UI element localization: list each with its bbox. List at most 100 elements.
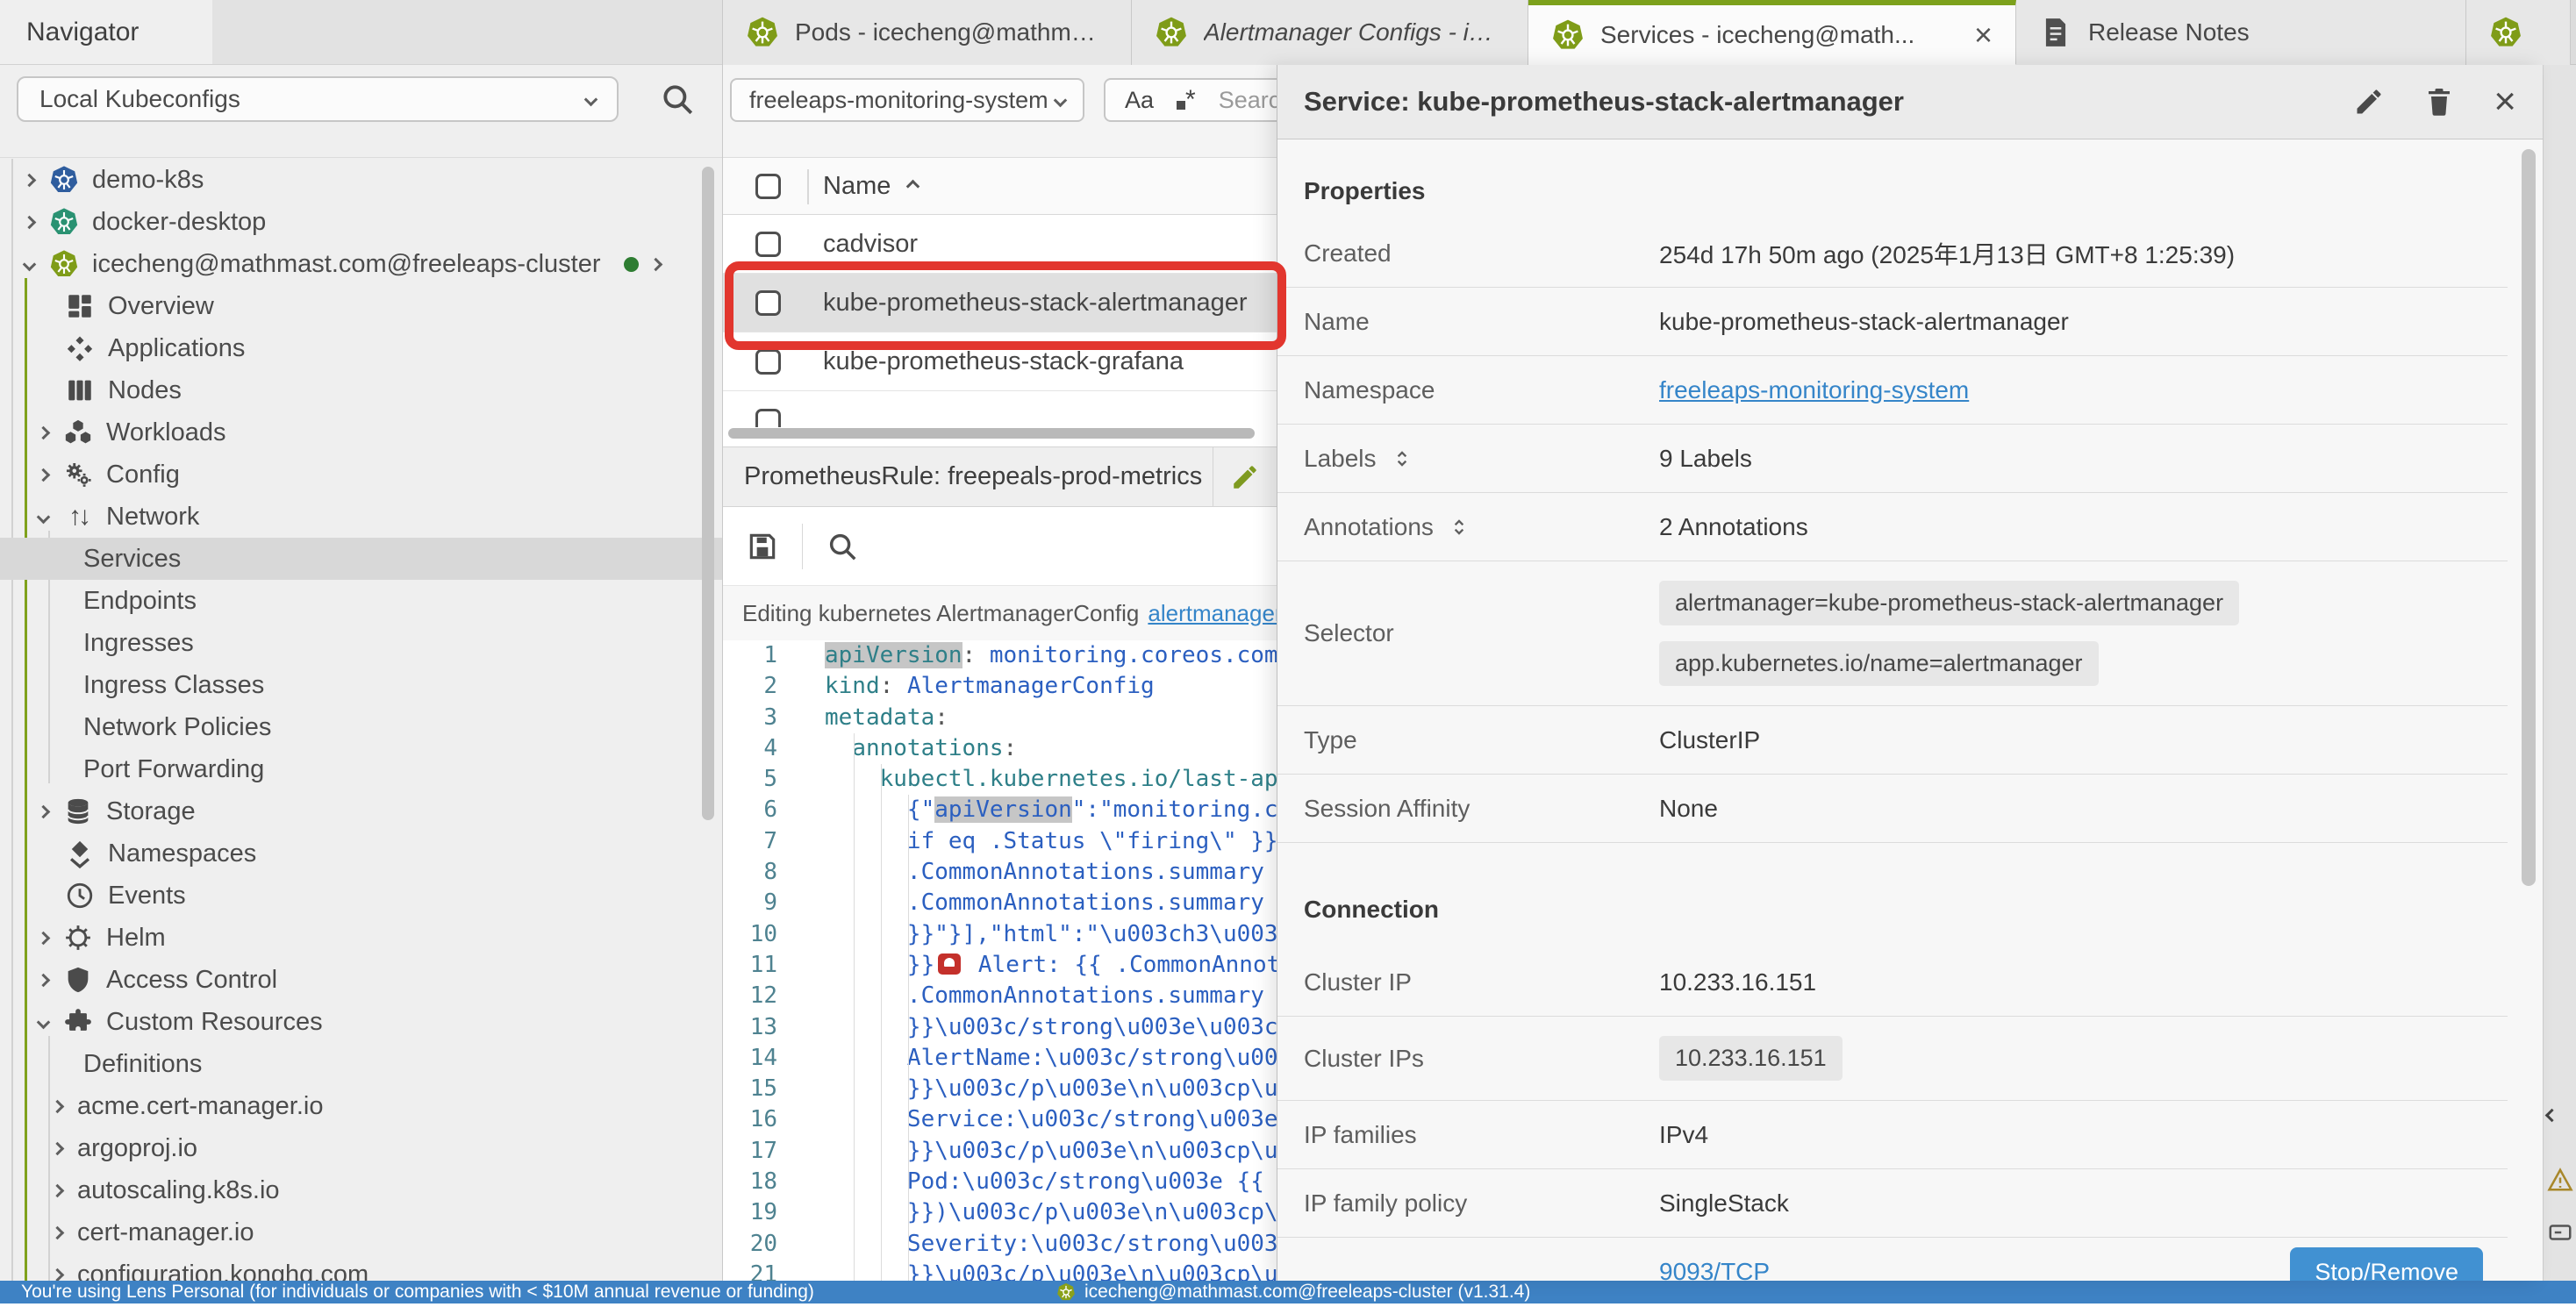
row-checkbox[interactable] [755, 290, 781, 316]
sidebar-item-ingresses[interactable]: Ingresses [0, 622, 722, 664]
warning-icon[interactable] [2547, 1167, 2573, 1193]
chevron-right-icon[interactable] [23, 215, 37, 229]
sidebar-item-applications[interactable]: Applications [0, 327, 722, 369]
right-edge-strip [2543, 65, 2576, 1281]
tab-services-icecheng-math-[interactable]: Services - icecheng@math...× [1528, 0, 2016, 65]
row-checkbox[interactable] [755, 409, 781, 427]
panel-icon[interactable] [2547, 1219, 2573, 1246]
row-checkbox[interactable] [755, 349, 781, 375]
chevron-right-icon[interactable] [37, 931, 51, 945]
expand-toggle-icon[interactable] [1391, 447, 1413, 470]
edit-pencil-icon[interactable] [1213, 462, 1277, 492]
sidebar-item-label: Access Control [106, 966, 277, 995]
table-horizontal-scrollbar[interactable] [723, 427, 1277, 439]
chevron-down-icon[interactable] [37, 1015, 51, 1029]
detail-row-labels: Labels9 Labels [1277, 425, 2508, 493]
chevron-right-icon[interactable] [37, 973, 51, 987]
sidebar-item-icecheng-mathmast-com-freeleaps-cluster[interactable]: icecheng@mathmast.com@freeleaps-cluster [0, 243, 722, 285]
sidebar-item-demo-k8s[interactable]: demo-k8s [0, 159, 722, 201]
kubeconfig-source-select[interactable]: Local Kubeconfigs [17, 76, 619, 122]
chevron-right-icon[interactable] [37, 804, 51, 818]
match-case-icon[interactable]: Aa [1125, 87, 1154, 114]
sidebar-item-network[interactable]: ↑↓Network [0, 496, 722, 538]
sidebar-item-services[interactable]: Services [0, 538, 722, 580]
table-row-kube-prometheus-stack-alertmanager[interactable]: kube-prometheus-stack-alertmanager [723, 274, 1277, 332]
chevron-right-icon[interactable] [51, 1268, 65, 1281]
chevron-right-icon[interactable] [37, 468, 51, 482]
line-number: 2 [723, 671, 798, 702]
chevron-right-icon[interactable] [648, 257, 662, 271]
table-row[interactable] [723, 391, 1277, 427]
tab-release-notes[interactable]: Release Notes [2016, 0, 2466, 65]
breadcrumb-link[interactable]: alertmanager [1148, 600, 1277, 627]
detail-label: Cluster IPs [1304, 1045, 1424, 1073]
close-icon[interactable]: × [1974, 19, 1993, 51]
save-icon[interactable] [746, 530, 779, 563]
sidebar-scrollbar[interactable] [702, 167, 714, 820]
line-number: 11 [723, 950, 798, 981]
chevron-down-icon[interactable] [23, 257, 37, 271]
chevron-down-icon[interactable] [37, 510, 51, 524]
sidebar-item-namespaces[interactable]: Namespaces [0, 832, 722, 875]
table-row-cadvisor[interactable]: cadvisor [723, 215, 1277, 274]
sidebar-item-network-policies[interactable]: Network Policies [0, 706, 722, 748]
chevron-right-icon[interactable] [37, 425, 51, 439]
chevron-right-icon[interactable] [51, 1183, 65, 1197]
yaml-editor[interactable]: 1apiVersion: monitoring.coreos.com/v12ki… [723, 640, 1277, 1281]
code-text: Severity:\u003c/strong\u003e [798, 1229, 1277, 1260]
sidebar-item-ingress-classes[interactable]: Ingress Classes [0, 664, 722, 706]
tab-overflow[interactable] [2466, 0, 2571, 65]
sidebar-item-label: cert-manager.io [77, 1218, 254, 1247]
regex-icon[interactable]: * [1177, 85, 1196, 115]
column-header-name[interactable]: Name [823, 172, 891, 201]
tab-alertmanager-configs-ice[interactable]: Alertmanager Configs - icec... [1132, 0, 1528, 65]
port-link[interactable]: 9093/TCP [1659, 1258, 1770, 1281]
tab-pods-icecheng-mathmas-[interactable]: Pods - icecheng@mathmas... [723, 0, 1132, 65]
search-icon[interactable] [659, 81, 696, 118]
sidebar-item-workloads[interactable]: Workloads [0, 411, 722, 454]
helm-icon [63, 923, 93, 953]
drawer-scrollbar[interactable] [2522, 149, 2536, 886]
sidebar-item-endpoints[interactable]: Endpoints [0, 580, 722, 622]
table-row-kube-prometheus-stack-grafana[interactable]: kube-prometheus-stack-grafana [723, 332, 1277, 391]
chevron-right-icon[interactable] [51, 1141, 65, 1155]
sidebar-item-cert-manager-io[interactable]: cert-manager.io [0, 1211, 722, 1253]
sidebar-item-port-forwarding[interactable]: Port Forwarding [0, 748, 722, 790]
sidebar-item-events[interactable]: Events [0, 875, 722, 917]
sort-ascending-icon[interactable] [906, 179, 920, 193]
sidebar-item-acme-cert-manager-io[interactable]: acme.cert-manager.io [0, 1085, 722, 1127]
chevron-right-icon[interactable] [51, 1225, 65, 1239]
namespace-link[interactable]: freeleaps-monitoring-system [1659, 376, 1969, 404]
line-number: 8 [723, 857, 798, 888]
sidebar-item-custom-resources[interactable]: Custom Resources [0, 1001, 722, 1043]
delete-trash-icon[interactable] [2423, 86, 2455, 118]
chevron-right-icon[interactable] [51, 1099, 65, 1113]
sidebar-item-nodes[interactable]: Nodes [0, 369, 722, 411]
select-all-checkbox[interactable] [755, 174, 781, 199]
license-notice[interactable]: You're using Lens Personal (for individu… [21, 1282, 814, 1303]
code-line: 10 }}"}],"html":"\u003ch3\u003e\u [723, 919, 1277, 950]
sidebar-item-config[interactable]: Config [0, 454, 722, 496]
sidebar-item-autoscaling-k8s-io[interactable]: autoscaling.k8s.io [0, 1169, 722, 1211]
expand-toggle-icon[interactable] [1448, 516, 1470, 539]
row-checkbox[interactable] [755, 232, 781, 257]
namespace-select[interactable]: freeleaps-monitoring-system [730, 78, 1084, 122]
close-icon[interactable]: × [2494, 82, 2516, 121]
sidebar-item-access-control[interactable]: Access Control [0, 959, 722, 1001]
code-text: annotations: [798, 733, 1017, 764]
sidebar-item-argoproj-io[interactable]: argoproj.io [0, 1127, 722, 1169]
stop-remove-button[interactable]: Stop/Remove [2290, 1247, 2483, 1282]
detail-label: IP families [1304, 1121, 1417, 1149]
sidebar-item-storage[interactable]: Storage [0, 790, 722, 832]
sidebar-item-docker-desktop[interactable]: docker-desktop [0, 201, 722, 243]
prometheusrule-dock-tab[interactable]: PrometheusRule: freepeals-prod-metrics [723, 446, 1277, 507]
sidebar-item-helm[interactable]: Helm [0, 917, 722, 959]
chevron-left-icon[interactable] [2547, 1109, 2573, 1135]
sidebar-item-definitions[interactable]: Definitions [0, 1043, 722, 1085]
sidebar-item-configuration-konghq-com[interactable]: configuration.konghq.com [0, 1253, 722, 1281]
sidebar-item-overview[interactable]: Overview [0, 285, 722, 327]
edit-pencil-icon[interactable] [2353, 86, 2385, 118]
chevron-right-icon[interactable] [23, 173, 37, 187]
find-icon[interactable] [826, 530, 859, 563]
sidebar-item-label: Nodes [108, 376, 182, 405]
